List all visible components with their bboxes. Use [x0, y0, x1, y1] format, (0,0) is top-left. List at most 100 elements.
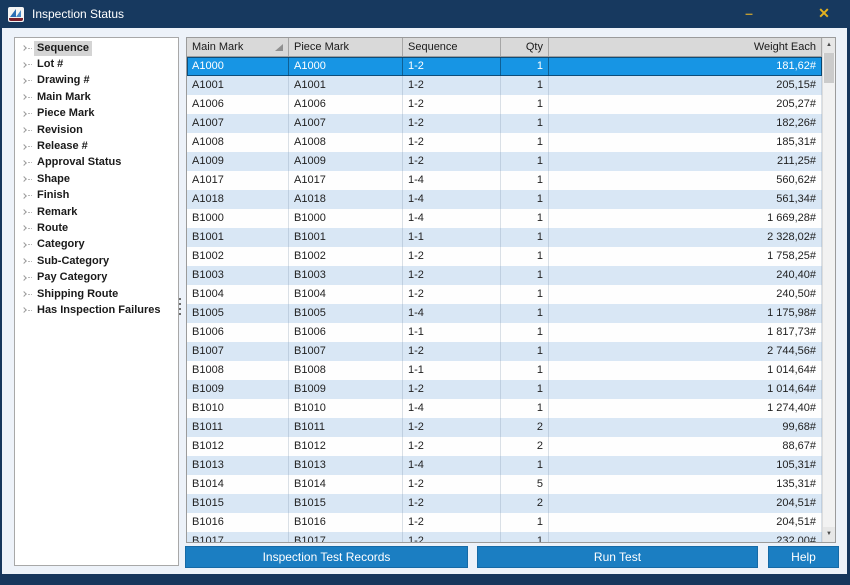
cell-piece-mark: B1005 [289, 304, 403, 323]
chevron-right-icon[interactable] [21, 45, 27, 51]
table-row[interactable]: B1010B10101-411 274,40# [187, 399, 822, 418]
table-row[interactable]: B1007B10071-212 744,56# [187, 342, 822, 361]
cell-weight-each: 181,62# [549, 57, 822, 76]
cell-sequence: 1-2 [403, 532, 501, 542]
cell-piece-mark: A1001 [289, 76, 403, 95]
cell-main-mark: B1017 [187, 532, 289, 542]
cell-piece-mark: A1006 [289, 95, 403, 114]
column-header-sequence[interactable]: Sequence [403, 38, 501, 56]
sidebar-item-piece-mark[interactable]: Piece Mark [15, 106, 178, 122]
cell-sequence: 1-2 [403, 95, 501, 114]
table-row[interactable]: B1013B10131-41105,31# [187, 456, 822, 475]
cell-weight-each: 1 014,64# [549, 361, 822, 380]
close-button[interactable]: ✕ [814, 0, 834, 28]
column-header-piece-mark[interactable]: Piece Mark [289, 38, 403, 56]
sidebar-item-revision[interactable]: Revision [15, 122, 178, 138]
table-row[interactable]: B1002B10021-211 758,25# [187, 247, 822, 266]
chevron-right-icon[interactable] [21, 209, 27, 215]
chevron-right-icon[interactable] [21, 242, 27, 248]
chevron-right-icon[interactable] [21, 62, 27, 68]
table-row[interactable]: B1005B10051-411 175,98# [187, 304, 822, 323]
table-row[interactable]: B1015B10151-22204,51# [187, 494, 822, 513]
table-row[interactable]: B1001B10011-112 328,02# [187, 228, 822, 247]
sidebar-item-category[interactable]: Category [15, 237, 178, 253]
chevron-right-icon[interactable] [21, 176, 27, 182]
chevron-right-icon[interactable] [21, 95, 27, 101]
chevron-right-icon[interactable] [21, 78, 27, 84]
sidebar-item-route[interactable]: Route [15, 220, 178, 236]
scroll-up-icon[interactable]: ▲ [823, 38, 835, 53]
sidebar-item-lot[interactable]: Lot # [15, 56, 178, 72]
chevron-right-icon[interactable] [21, 258, 27, 264]
run-test-button[interactable]: Run Test [477, 546, 758, 568]
cell-sequence: 1-2 [403, 285, 501, 304]
sidebar-item-pay-category[interactable]: Pay Category [15, 269, 178, 285]
help-button[interactable]: Help [768, 546, 839, 568]
sidebar-item-remark[interactable]: Remark [15, 204, 178, 220]
cell-main-mark: A1000 [187, 57, 289, 76]
table-row[interactable]: B1016B10161-21204,51# [187, 513, 822, 532]
chevron-right-icon[interactable] [21, 275, 27, 281]
table-row[interactable]: A1006A10061-21205,27# [187, 95, 822, 114]
titlebar[interactable]: Inspection Status – ✕ [0, 0, 850, 28]
chevron-right-icon[interactable] [21, 111, 27, 117]
table-row[interactable]: B1003B10031-21240,40# [187, 266, 822, 285]
chevron-right-icon[interactable] [21, 144, 27, 150]
cell-piece-mark: B1016 [289, 513, 403, 532]
table-row[interactable]: A1008A10081-21185,31# [187, 133, 822, 152]
sidebar-item-drawing[interactable]: Drawing # [15, 73, 178, 89]
cell-weight-each: 232,00# [549, 532, 822, 542]
sidebar-item-shape[interactable]: Shape [15, 171, 178, 187]
chevron-right-icon[interactable] [21, 127, 27, 133]
table-row[interactable]: A1000A10001-21181,62# [187, 57, 822, 76]
chevron-right-icon[interactable] [21, 308, 27, 314]
sidebar-item-release[interactable]: Release # [15, 138, 178, 154]
column-header-qty[interactable]: Qty [501, 38, 549, 56]
cell-weight-each: 2 328,02# [549, 228, 822, 247]
column-header-main-mark[interactable]: Main Mark [187, 38, 289, 56]
tree-dotline [28, 130, 32, 131]
chevron-right-icon[interactable] [21, 160, 27, 166]
column-header-weight-each[interactable]: Weight Each [549, 38, 822, 56]
scrollbar-thumb[interactable] [824, 53, 834, 83]
scroll-down-icon[interactable]: ▼ [823, 527, 835, 542]
inspection-table: Main MarkPiece MarkSequenceQtyWeight Eac… [186, 37, 836, 543]
table-row[interactable]: B1014B10141-25135,31# [187, 475, 822, 494]
table-row[interactable]: A1001A10011-21205,15# [187, 76, 822, 95]
vertical-scrollbar[interactable]: ▲ ▼ [822, 38, 835, 542]
minimize-button[interactable]: – [739, 0, 759, 28]
table-row[interactable]: A1009A10091-21211,25# [187, 152, 822, 171]
sidebar-item-main-mark[interactable]: Main Mark [15, 89, 178, 105]
sidebar-item-shipping-route[interactable]: Shipping Route [15, 286, 178, 302]
table-row[interactable]: B1017B10171-21232,00# [187, 532, 822, 542]
sidebar-item-finish[interactable]: Finish [15, 188, 178, 204]
table-row[interactable]: B1000B10001-411 669,28# [187, 209, 822, 228]
table-row[interactable]: A1007A10071-21182,26# [187, 114, 822, 133]
table-row[interactable]: B1012B10121-2288,67# [187, 437, 822, 456]
sidebar-item-approval-status[interactable]: Approval Status [15, 155, 178, 171]
cell-qty: 1 [501, 190, 549, 209]
table-row[interactable]: B1004B10041-21240,50# [187, 285, 822, 304]
chevron-right-icon[interactable] [21, 226, 27, 232]
table-row[interactable]: A1017A10171-41560,62# [187, 171, 822, 190]
table-row[interactable]: A1018A10181-41561,34# [187, 190, 822, 209]
cell-piece-mark: A1007 [289, 114, 403, 133]
sidebar-item-has-inspection-failures[interactable]: Has Inspection Failures [15, 302, 178, 318]
table-row[interactable]: B1009B10091-211 014,64# [187, 380, 822, 399]
sidebar-item-label: Sub-Category [34, 254, 112, 269]
sidebar-item-sub-category[interactable]: Sub-Category [15, 253, 178, 269]
sort-ascending-icon [275, 44, 283, 51]
table-row[interactable]: B1006B10061-111 817,73# [187, 323, 822, 342]
chevron-right-icon[interactable] [21, 193, 27, 199]
cell-main-mark: A1018 [187, 190, 289, 209]
cell-piece-mark: B1003 [289, 266, 403, 285]
table-row[interactable]: B1008B10081-111 014,64# [187, 361, 822, 380]
table-row[interactable]: B1011B10111-2299,68# [187, 418, 822, 437]
sidebar-item-label: Sequence [34, 41, 92, 56]
cell-qty: 1 [501, 532, 549, 542]
sidebar-item-sequence[interactable]: Sequence [15, 40, 178, 56]
splitter-grip[interactable] [177, 293, 183, 319]
chevron-right-icon[interactable] [21, 291, 27, 297]
sidebar-item-label: Lot # [34, 57, 66, 72]
inspection-test-records-button[interactable]: Inspection Test Records [185, 546, 468, 568]
